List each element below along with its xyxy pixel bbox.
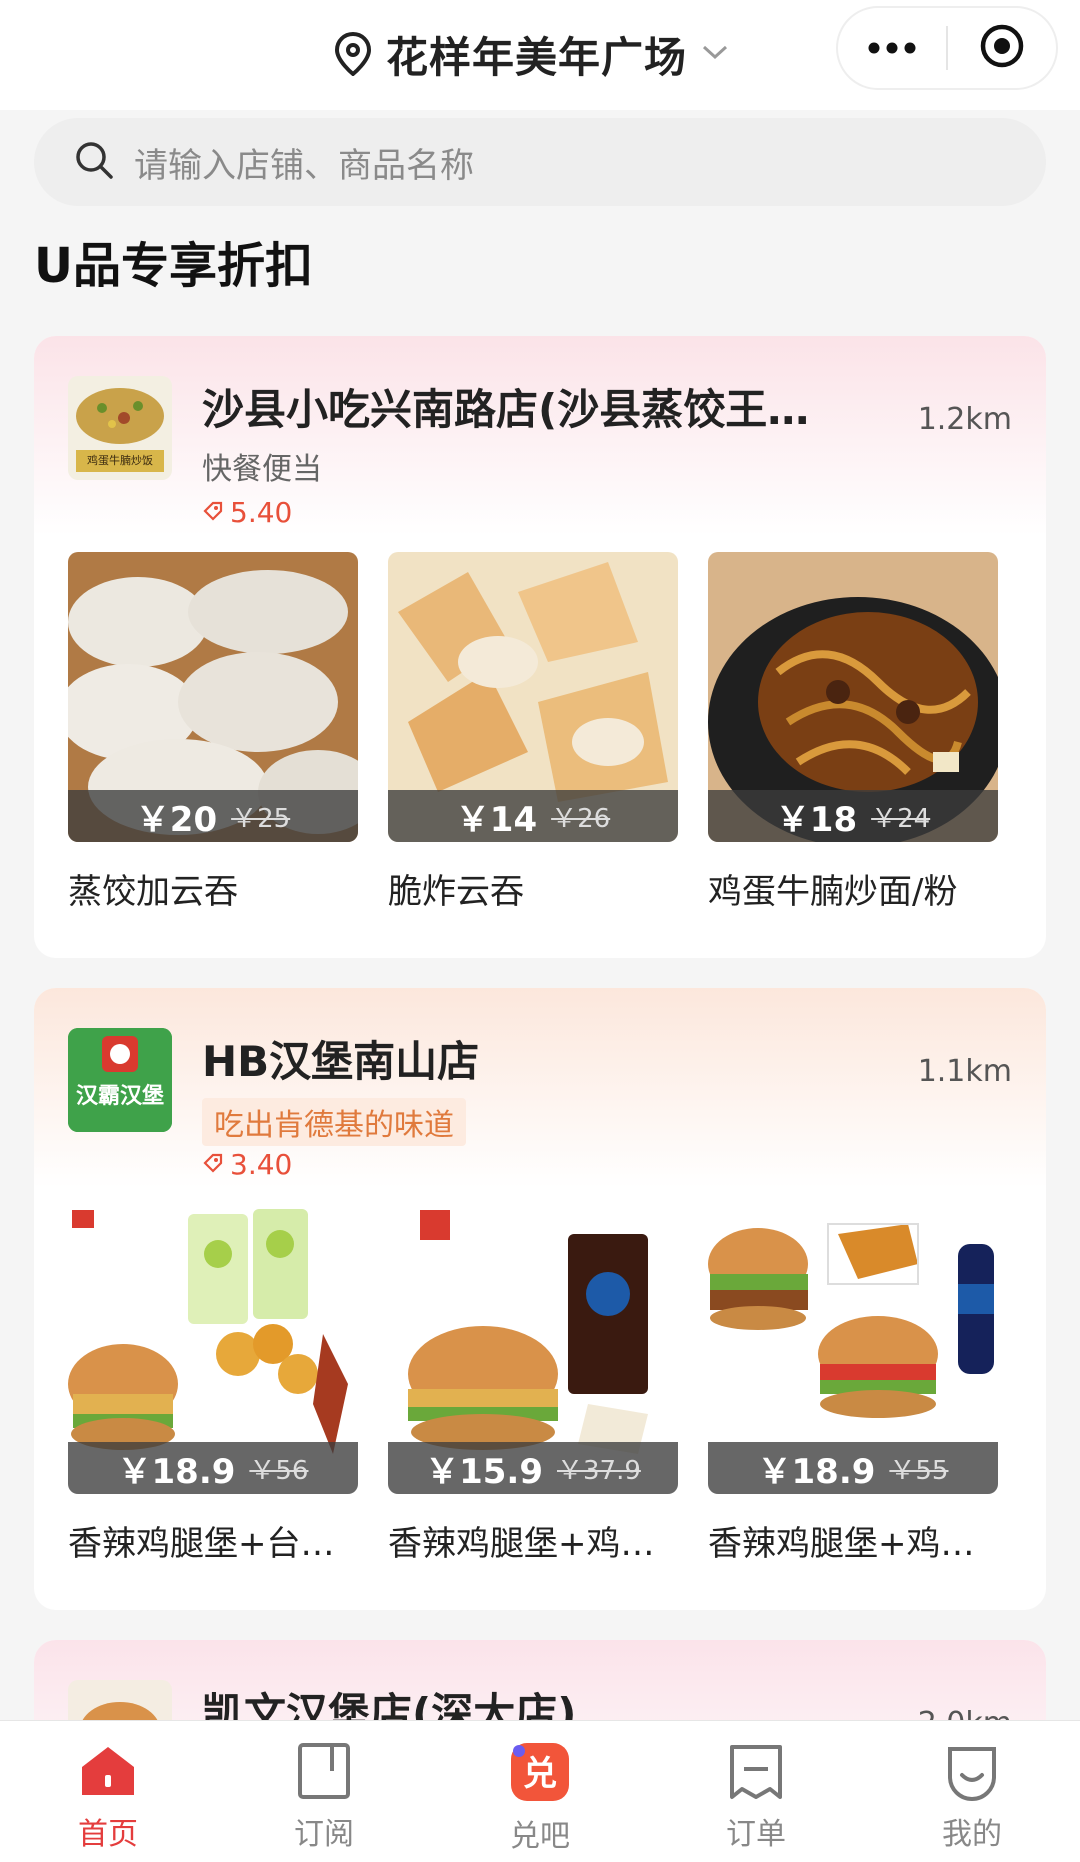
profile-icon <box>942 1741 1002 1805</box>
search-placeholder: 请输入店铺、商品名称 <box>134 145 474 186</box>
product-name: 香辣鸡腿堡+台式… <box>68 1524 358 1564</box>
location-name: 花样年美年广场 <box>386 32 688 82</box>
delivery-fee-value: 5.40 <box>230 496 293 529</box>
store-name: HB汉堡南山店 <box>202 1037 480 1086</box>
delivery-fee: 3.40 <box>202 1148 292 1181</box>
search-bar[interactable]: 请输入店铺、商品名称 <box>34 118 1046 206</box>
store-card[interactable]: 鸡蛋牛腩炒饭 沙县小吃兴南路店(沙县蒸饺王… 1.2km 快餐便当 5.40 ￥… <box>34 336 1046 958</box>
more-dots-icon <box>867 39 917 58</box>
product-item[interactable]: ￥18 ￥24 鸡蛋牛腩炒面/粉 <box>708 552 998 913</box>
product-original-price: ￥56 <box>249 1455 309 1486</box>
product-item[interactable]: ￥15.9 ￥37.9 香辣鸡腿堡+鸡肉… <box>388 1204 678 1565</box>
svg-text:兑: 兑 <box>523 1754 557 1794</box>
product-image: ￥20 ￥25 <box>68 552 358 842</box>
tab-label: 订单 <box>726 1817 786 1852</box>
product-original-price: ￥37.9 <box>556 1455 641 1486</box>
tab-label: 首页 <box>78 1817 138 1852</box>
tab-orders[interactable]: 订单 <box>648 1721 864 1862</box>
bottom-tab-bar: 首页 订阅 兑 兑吧 订单 我的 <box>0 1720 1080 1862</box>
delivery-fee-value: 3.40 <box>230 1148 293 1181</box>
location-pin-icon <box>334 32 372 76</box>
duiba-icon: 兑 <box>509 1741 571 1807</box>
product-image: ￥15.9 ￥37.9 <box>388 1204 678 1494</box>
delivery-fee: 5.40 <box>202 496 292 529</box>
product-item[interactable]: ￥14 ￥26 脆炸云吞 <box>388 552 678 913</box>
location-selector[interactable]: 花样年美年广场 <box>334 22 729 86</box>
product-name: 鸡蛋牛腩炒面/粉 <box>708 872 958 912</box>
price-bar: ￥18 ￥24 <box>708 790 998 842</box>
price-bar: ￥18.9 ￥56 <box>68 1442 358 1494</box>
price-bar: ￥20 ￥25 <box>68 790 358 842</box>
price-bar: ￥18.9 ￥55 <box>708 1442 998 1494</box>
price-bar: ￥15.9 ￥37.9 <box>388 1442 678 1494</box>
home-icon <box>78 1741 138 1805</box>
product-price: ￥20 <box>135 799 218 840</box>
store-card[interactable]: 汉霸汉堡 HB汉堡南山店 1.1km 吃出肯德基的味道 3.40 ￥18.9 ￥… <box>34 988 1046 1610</box>
top-bar: 花样年美年广场 <box>0 0 1080 110</box>
tab-label: 兑吧 <box>510 1819 570 1854</box>
tab-label: 订阅 <box>294 1817 354 1852</box>
tab-label: 我的 <box>942 1817 1002 1852</box>
product-image: ￥18.9 ￥55 <box>708 1204 998 1494</box>
product-image: ￥18 ￥24 <box>708 552 998 842</box>
product-item[interactable]: ￥18.9 ￥56 香辣鸡腿堡+台式… <box>68 1204 358 1565</box>
close-target-icon <box>979 23 1025 73</box>
tab-subscribe[interactable]: 订阅 <box>216 1721 432 1862</box>
product-item[interactable]: ￥18.9 ￥55 香辣鸡腿堡+鸡肉… <box>708 1204 998 1565</box>
store-distance: 1.2km <box>917 402 1012 437</box>
product-name: 香辣鸡腿堡+鸡肉… <box>708 1524 998 1564</box>
product-original-price: ￥55 <box>889 1455 949 1486</box>
product-original-price: ￥24 <box>871 803 931 834</box>
tab-home[interactable]: 首页 <box>0 1721 216 1862</box>
product-name: 脆炸云吞 <box>388 872 524 912</box>
product-original-price: ￥25 <box>231 803 291 834</box>
mini-program-capsule <box>836 6 1058 90</box>
product-price: ￥18.9 <box>117 1451 236 1492</box>
store-tagline: 吃出肯德基的味道 <box>202 1098 466 1146</box>
product-original-price: ￥26 <box>551 803 611 834</box>
store-logo: 鸡蛋牛腩炒饭 <box>68 376 172 480</box>
order-icon <box>726 1741 786 1805</box>
product-image: ￥14 ￥26 <box>388 552 678 842</box>
product-price: ￥15.9 <box>425 1451 543 1492</box>
product-name: 香辣鸡腿堡+鸡肉… <box>388 1524 678 1564</box>
store-name: 沙县小吃兴南路店(沙县蒸饺王… <box>202 385 810 434</box>
chevron-down-icon <box>701 42 729 66</box>
delivery-tag-icon <box>202 496 224 529</box>
section-title: U品专享折扣 <box>34 238 313 294</box>
search-icon <box>74 140 114 184</box>
product-price: ￥14 <box>455 799 538 840</box>
product-name: 蒸饺加云吞 <box>68 872 238 912</box>
delivery-tag-icon <box>202 1148 224 1181</box>
product-price: ￥18.9 <box>757 1451 876 1492</box>
logo-caption: 鸡蛋牛腩炒饭 <box>87 454 153 467</box>
card-header-bg <box>34 988 1046 1188</box>
product-item[interactable]: ￥20 ￥25 蒸饺加云吞 <box>68 552 358 913</box>
subscribe-icon <box>294 1741 354 1805</box>
store-category: 快餐便当 <box>202 452 322 487</box>
product-image: ￥18.9 ￥56 <box>68 1204 358 1494</box>
product-list: ￥18.9 ￥56 香辣鸡腿堡+台式… ￥15.9 ￥37.9 香辣鸡腿堡+鸡肉… <box>68 1204 1012 1574</box>
tab-profile[interactable]: 我的 <box>864 1721 1080 1862</box>
product-price: ￥18 <box>775 799 858 840</box>
price-bar: ￥14 ￥26 <box>388 790 678 842</box>
logo-text: 汉霸汉堡 <box>75 1084 164 1109</box>
close-button[interactable] <box>948 8 1056 88</box>
store-distance: 1.1km <box>917 1054 1012 1089</box>
tab-duiba[interactable]: 兑 兑吧 <box>432 1721 648 1862</box>
more-button[interactable] <box>838 8 946 88</box>
product-list: ￥20 ￥25 蒸饺加云吞 ￥14 ￥26 脆炸云吞 ￥18 ￥24 鸡蛋牛腩炒… <box>68 552 1012 922</box>
store-logo: 汉霸汉堡 <box>68 1028 172 1132</box>
